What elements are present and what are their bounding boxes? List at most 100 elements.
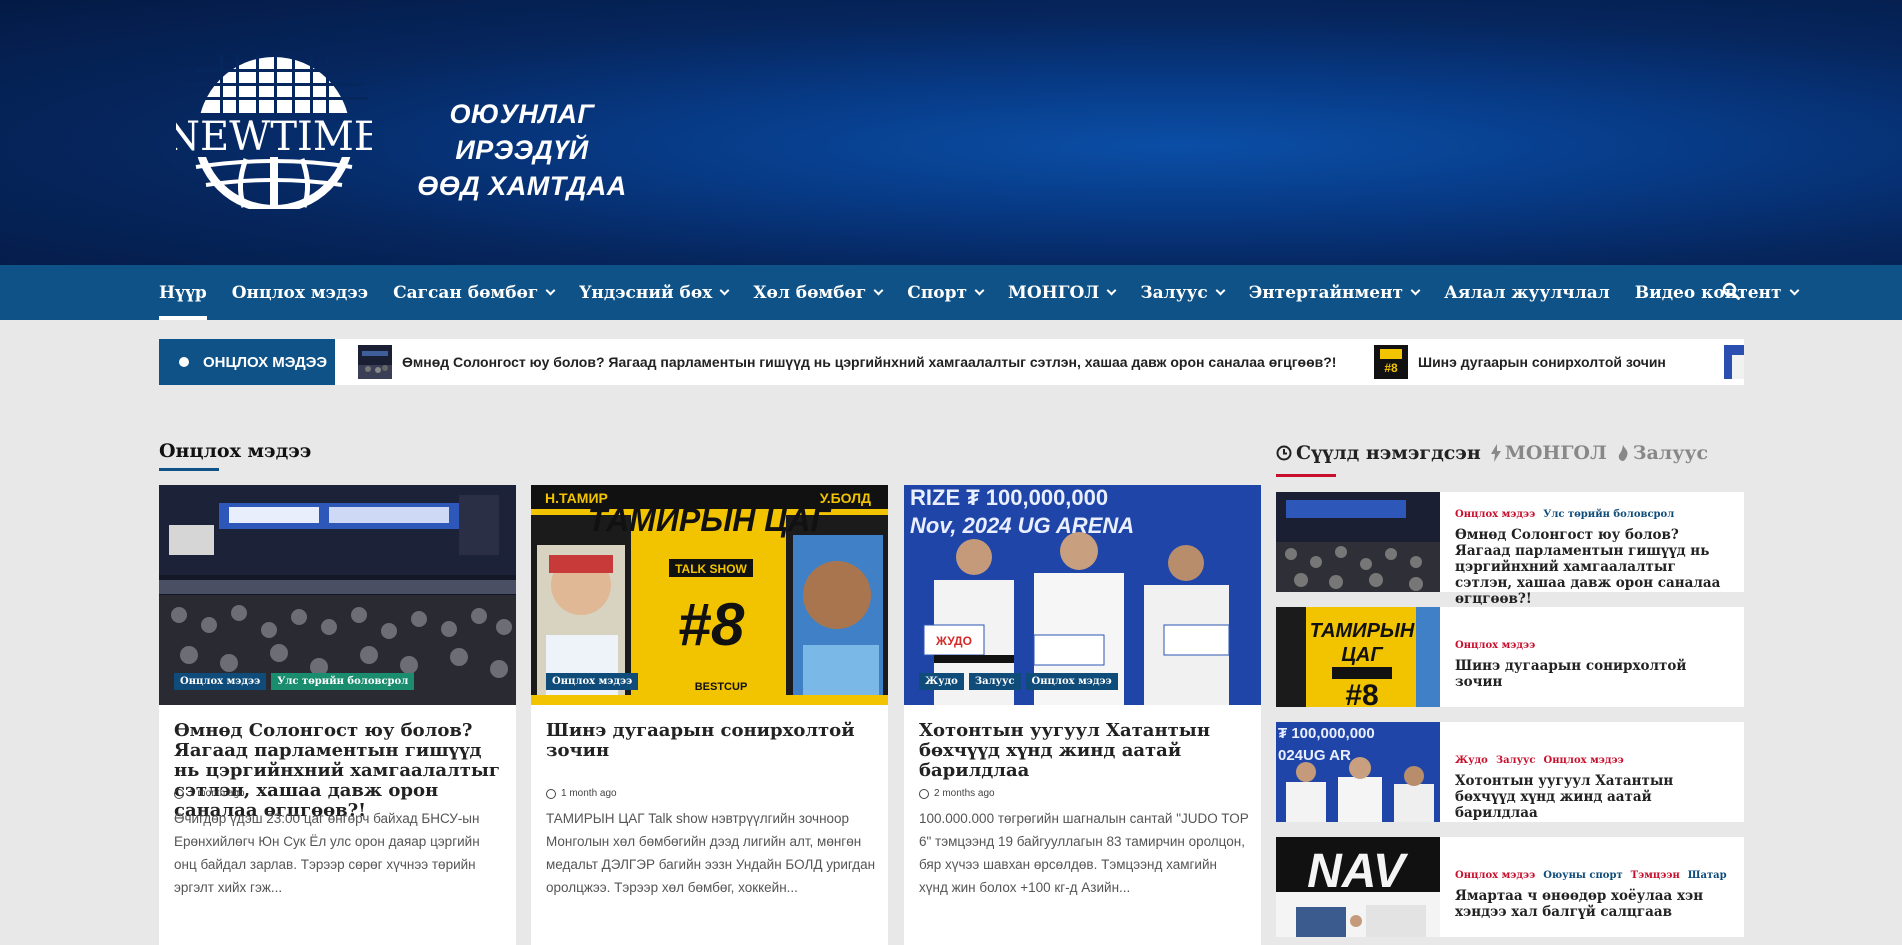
- ticker-item-title: Шинэ дугаарын сонирхолтой зочин: [1418, 354, 1666, 370]
- sidebar-post-title[interactable]: Өмнөд Солонгост юу болов? Яагаад парламе…: [1455, 527, 1735, 607]
- ticker-label: ОНЦЛОХ МЭДЭЭ: [159, 339, 335, 385]
- sidebar-post-categories: Онцлох мэдээ Оюуны спорт Тэмцээн Шатар: [1455, 870, 1727, 881]
- newtime-logo[interactable]: NEWTIME: [176, 55, 372, 209]
- nav-item[interactable]: Спорт: [907, 265, 985, 320]
- sidebar-tab-underline: [1276, 474, 1336, 477]
- clock-icon: [546, 788, 556, 799]
- bolt-icon: [1490, 444, 1501, 462]
- news-card-title[interactable]: Өмнөд Солонгост юу болов? Яагаад парламе…: [174, 721, 504, 821]
- news-card-meta: 1 month ago: [174, 788, 245, 799]
- image-text: RIZE ₮ 100,000,000: [910, 485, 1108, 510]
- sidebar-post-image: NAV: [1276, 837, 1440, 937]
- nav-item-label: Залуус: [1140, 282, 1208, 303]
- svg-text:₮ 100,000,000: ₮ 100,000,000: [1278, 725, 1375, 742]
- nav-item[interactable]: Видео контент: [1635, 265, 1799, 320]
- svg-text:ТАМИРЫН: ТАМИРЫН: [1310, 620, 1415, 642]
- search-icon[interactable]: [1722, 282, 1740, 300]
- category-tag[interactable]: Улс төрийн боловсрол: [271, 673, 415, 690]
- chevron-down-icon: [873, 285, 884, 296]
- sidebar-post[interactable]: NAV Онцлох мэдээ Оюуны спорт Тэмцээн Шатар Ям…: [1276, 837, 1744, 937]
- sidebar-post-categories: Онцлох мэдээ Улс төрийн боловсрол: [1455, 509, 1674, 520]
- chevron-down-icon: [1215, 285, 1226, 296]
- ticker-item-title: Өмнөд Солонгост юу болов? Яагаад парламе…: [402, 354, 1337, 370]
- sidebar-post-categories: Жудо Залуус Онцлох мэдээ: [1455, 755, 1624, 766]
- news-card-date: 2 months ago: [934, 788, 995, 799]
- nav-item[interactable]: Аялал жуулчлал: [1444, 265, 1610, 320]
- category-link[interactable]: Онцлох мэдээ: [1455, 640, 1535, 651]
- category-link[interactable]: Жудо: [1455, 755, 1488, 766]
- category-tag[interactable]: Жудо: [919, 673, 964, 690]
- category-tag[interactable]: Онцлох мэдээ: [174, 673, 267, 690]
- news-card[interactable]: Н.ТАМИР У.БОЛД ТАМИРЫН ЦАГ TALK SHOW #8 …: [531, 485, 888, 945]
- nav-item-label: Сагсан бөмбөг: [393, 282, 539, 303]
- chevron-down-icon: [1106, 285, 1117, 296]
- news-card-title[interactable]: Шинэ дугаарын сонирхолтой зочин: [546, 721, 876, 761]
- category-link[interactable]: Онцлох мэдээ: [1455, 509, 1535, 520]
- category-link[interactable]: Тэмцээн: [1631, 870, 1680, 881]
- news-card-meta: 1 month ago: [546, 788, 617, 799]
- ticker-item[interactable]: #8 Шинэ дугаарын сонирхолтой зочин: [1374, 345, 1666, 379]
- tab-mongol[interactable]: МОНГОЛ: [1490, 442, 1607, 464]
- category-link[interactable]: Онцлох мэдээ: [1455, 870, 1535, 881]
- chevron-down-icon: [974, 285, 985, 296]
- live-dot-icon: [179, 357, 189, 367]
- nav-item[interactable]: Залуус: [1140, 265, 1226, 320]
- chevron-down-icon: [1789, 285, 1799, 296]
- sidebar-tabs: Сүүлд нэмэгдсэн МОНГОЛ Залуус: [1276, 442, 1708, 464]
- sidebar-post-title[interactable]: Хотонтын уугуул Хатантын бөхчүүд хүнд жи…: [1455, 773, 1735, 821]
- news-card[interactable]: RIZE ₮ 100,000,000 Nov, 2024 UG ARENA ЖУ…: [904, 485, 1261, 945]
- news-card-excerpt: ТАМИРЫН ЦАГ Talk show нэвтрүүлгийн зочно…: [546, 811, 876, 895]
- nav-item-label: Нүүр: [159, 282, 207, 303]
- nav-item[interactable]: МОНГОЛ: [1008, 265, 1117, 320]
- main-navigation: Нүүр Онцлох мэдээ Сагсан бөмбөг Үндэсний бө…: [0, 265, 1902, 320]
- category-link[interactable]: Залуус: [1496, 755, 1536, 766]
- tagline-line-1: ОЮУНЛАГ ИРЭЭДҮЙ: [449, 99, 595, 165]
- news-card-title[interactable]: Хотонтын уугуул Хатантын бөхчүүд хүнд жи…: [919, 721, 1249, 781]
- category-tag[interactable]: Онцлох мэдээ: [546, 673, 639, 690]
- ticker-label-text: ОНЦЛОХ МЭДЭЭ: [203, 353, 328, 371]
- section-title-underline: [159, 468, 219, 471]
- tab-youth[interactable]: Залуус: [1617, 442, 1708, 464]
- category-tag[interactable]: Онцлох мэдээ: [1025, 673, 1118, 690]
- news-card-image: RIZE ₮ 100,000,000 Nov, 2024 UG ARENA ЖУ…: [904, 485, 1261, 705]
- nav-item[interactable]: Үндэсний бөх: [579, 265, 730, 320]
- sidebar-post[interactable]: ₮ 100,000,000 024UG AR Жудо Залуус Онцлох мэ…: [1276, 722, 1744, 822]
- nav-item-label: Спорт: [907, 282, 968, 303]
- category-link[interactable]: Онцлох мэдээ: [1544, 755, 1624, 766]
- category-link[interactable]: Оюуны спорт: [1543, 870, 1622, 881]
- clock-icon: [174, 788, 184, 799]
- chevron-down-icon: [1410, 285, 1421, 296]
- nav-item[interactable]: Хөл бөмбөг: [753, 265, 884, 320]
- svg-text:#8: #8: [1345, 679, 1378, 707]
- category-link[interactable]: Улс төрийн боловсрол: [1543, 509, 1674, 520]
- nav-item-label: Онцлох мэдээ: [231, 282, 369, 303]
- image-text: Nov, 2024 UG ARENA: [910, 513, 1134, 538]
- nav-item[interactable]: Нүүр: [159, 265, 207, 320]
- sidebar-post-title[interactable]: Шинэ дугаарын сонирхолтой зочин: [1455, 658, 1735, 690]
- nav-item[interactable]: Онцлох мэдээ: [232, 265, 368, 320]
- tab-label: Залуус: [1632, 442, 1709, 464]
- logo-wordmark: NEWTIME: [176, 114, 372, 160]
- ticker-item[interactable]: [1724, 345, 1744, 379]
- svg-text:#8: #8: [1384, 361, 1398, 375]
- news-card-tags: Онцлох мэдээ: [546, 673, 639, 690]
- image-text: BESTCUP: [695, 681, 748, 693]
- category-link[interactable]: Шатар: [1688, 870, 1727, 881]
- news-card-image: [159, 485, 516, 705]
- image-text: TALK SHOW: [675, 562, 747, 576]
- news-card-date: 1 month ago: [561, 788, 617, 799]
- sidebar-post[interactable]: Онцлох мэдээ Улс төрийн боловсрол Өмнөд Со…: [1276, 492, 1744, 607]
- nav-item[interactable]: Сагсан бөмбөг: [393, 265, 556, 320]
- nav-item-label: Аялал жуулчлал: [1444, 282, 1610, 303]
- news-card-date: 1 month ago: [189, 788, 245, 799]
- tab-latest[interactable]: Сүүлд нэмэгдсэн: [1276, 442, 1481, 464]
- news-card[interactable]: Онцлох мэдээ Улс төрийн боловсрол Өмнөд …: [159, 485, 516, 945]
- tab-label: Сүүлд нэмэгдсэн: [1296, 442, 1481, 464]
- sidebar-post-title[interactable]: Ямартаа ч өнөөдөр хоёулаа хэн хэндээ хал…: [1455, 888, 1735, 920]
- ticker-item[interactable]: Өмнөд Солонгост юу болов? Яагаад парламе…: [358, 345, 1336, 379]
- news-card-tags: Жудо Залуус Онцлох мэдээ: [919, 673, 1118, 690]
- sidebar-post[interactable]: ТАМИРЫН ЦАГ #8 Онцлох мэдээ Шинэ дугаарын со…: [1276, 607, 1744, 707]
- site-tagline: ОЮУНЛАГ ИРЭЭДҮЙ ӨӨД ХАМТДАА: [392, 96, 652, 204]
- category-tag[interactable]: Залуус: [968, 673, 1021, 690]
- nav-item[interactable]: Энтертайнмент: [1249, 265, 1421, 320]
